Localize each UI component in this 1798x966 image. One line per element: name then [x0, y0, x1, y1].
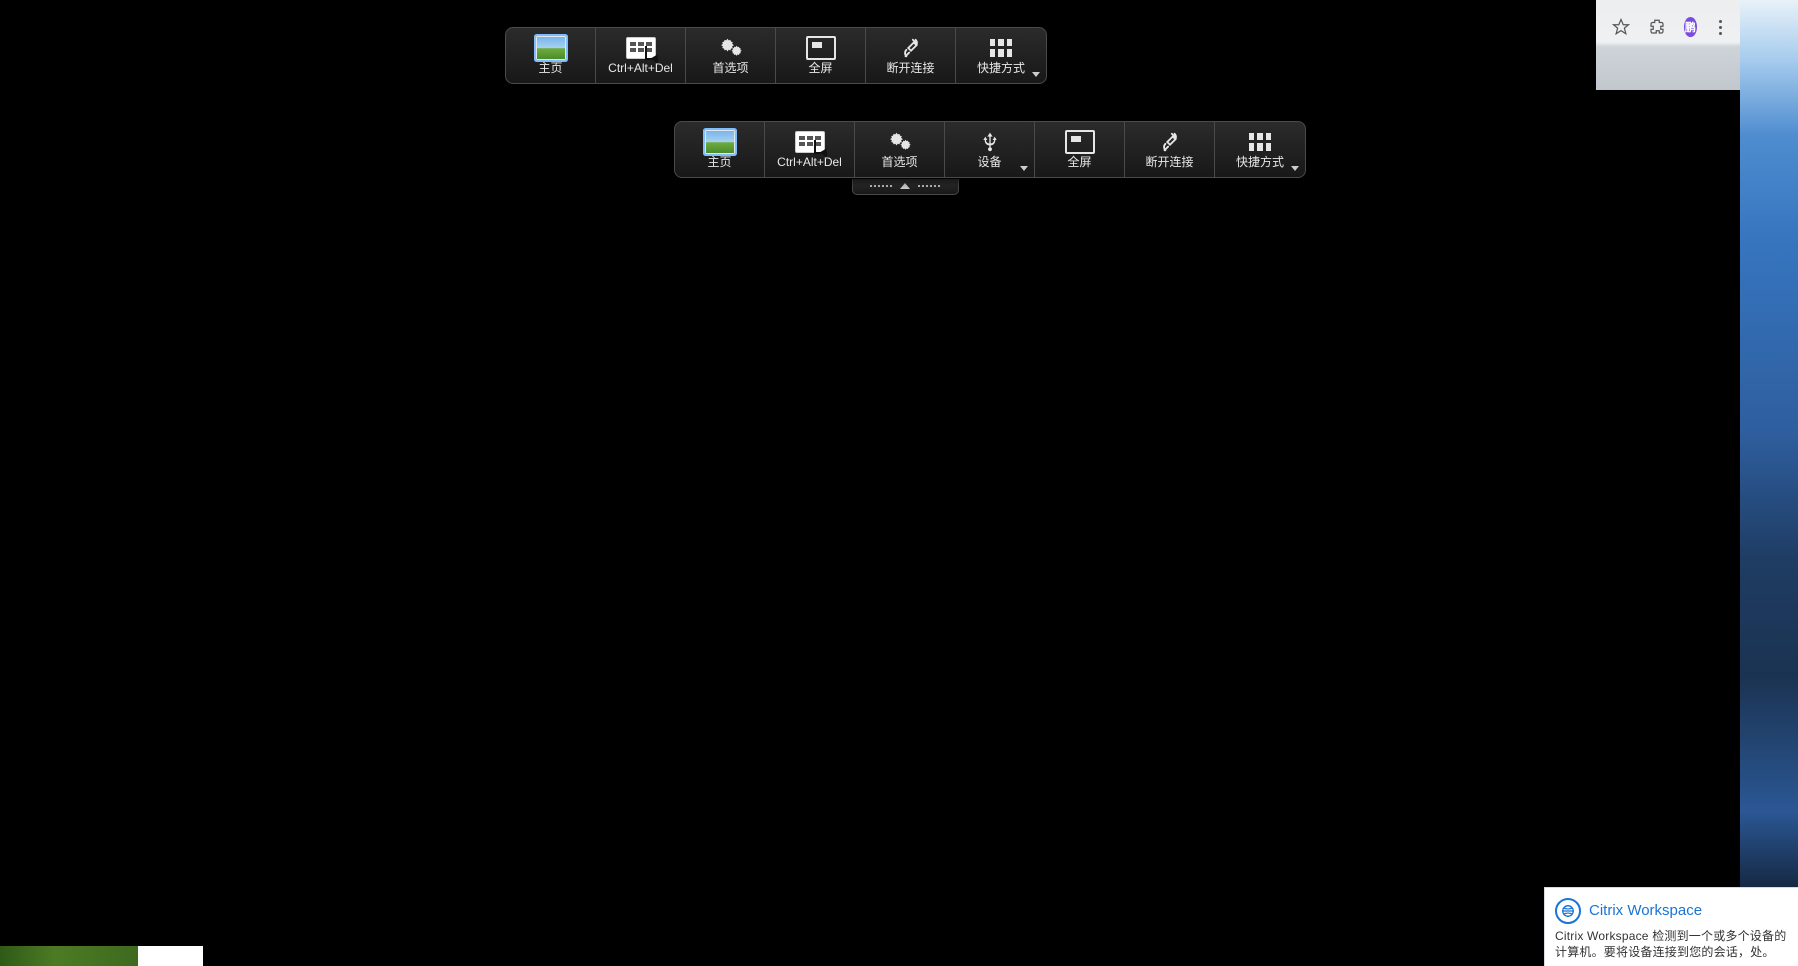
toolbar-label: Ctrl+Alt+Del	[608, 62, 673, 74]
toolbar-label: 首选项	[881, 156, 917, 168]
disconnect-icon	[1155, 132, 1185, 152]
toolbar-preferences-button[interactable]: 首选项	[855, 122, 945, 177]
chevron-down-icon	[1032, 72, 1040, 77]
gear-icon	[885, 132, 915, 152]
toast-title: Citrix Workspace	[1589, 902, 1702, 919]
bookmark-star-icon[interactable]	[1612, 18, 1630, 36]
toolbar-preferences-button[interactable]: 首选项	[686, 28, 776, 83]
toolbar-ctrl-alt-del-button[interactable]: Ctrl+Alt+Del	[765, 122, 855, 177]
toolbar-disconnect-button[interactable]: 断开连接	[1125, 122, 1215, 177]
toolbar-label: 断开连接	[1145, 156, 1193, 168]
fullscreen-icon	[1065, 132, 1095, 152]
shortcuts-icon	[986, 38, 1016, 58]
toolbar-label: 首选项	[712, 62, 748, 74]
shortcuts-icon	[1245, 132, 1275, 152]
citrix-logo-icon	[1555, 898, 1581, 924]
toolbar-fullscreen-button[interactable]: 全屏	[776, 28, 866, 83]
toolbar-disconnect-button[interactable]: 断开连接	[866, 28, 956, 83]
toolbar-label: 设备	[977, 156, 1001, 168]
toolbar-fullscreen-button[interactable]: 全屏	[1035, 122, 1125, 177]
home-icon	[705, 130, 735, 154]
citrix-toolbar-inner-wrap: 主页 Ctrl+Alt+Del 首选项 设备 全屏	[674, 121, 1306, 195]
home-icon	[536, 36, 566, 60]
disconnect-icon	[896, 38, 926, 58]
ctrl-alt-del-icon	[626, 38, 656, 58]
toolbar-label: 全屏	[1067, 156, 1091, 168]
usb-icon	[975, 132, 1005, 152]
grip-dots-icon	[918, 185, 940, 187]
host-window-sliver	[138, 946, 203, 966]
chevron-down-icon	[1020, 166, 1028, 171]
host-taskbar-sliver	[0, 946, 138, 966]
toolbar-ctrl-alt-del-button[interactable]: Ctrl+Alt+Del	[596, 28, 686, 83]
citrix-toolbar-inner: 主页 Ctrl+Alt+Del 首选项 设备 全屏	[674, 121, 1306, 178]
fullscreen-icon	[806, 38, 836, 58]
ctrl-alt-del-icon	[795, 132, 825, 152]
toolbar-label: 全屏	[808, 62, 832, 74]
toolbar-label: 快捷方式	[1236, 156, 1284, 168]
toolbar-label: 快捷方式	[977, 62, 1025, 74]
toolbar-home-button[interactable]: 主页	[506, 28, 596, 83]
toolbar-devices-button[interactable]: 设备	[945, 122, 1035, 177]
toolbar-label: 断开连接	[886, 62, 934, 74]
toolbar-home-button[interactable]: 主页	[675, 122, 765, 177]
toast-body: Citrix Workspace 检测到一个或多个设备的计算机。要将设备连接到您…	[1555, 928, 1788, 960]
toolbar-label: 主页	[538, 62, 562, 74]
browser-menu-button[interactable]	[1715, 18, 1726, 36]
chevron-up-icon	[900, 183, 910, 189]
browser-controls-corner: 鹏	[1596, 0, 1740, 90]
toolbar-pull-tab[interactable]	[852, 178, 959, 195]
chevron-down-icon	[1291, 166, 1299, 171]
toolbar-shortcuts-button[interactable]: 快捷方式	[956, 28, 1046, 83]
gear-icon	[716, 38, 746, 58]
toolbar-shortcuts-button[interactable]: 快捷方式	[1215, 122, 1305, 177]
host-desktop-sliver	[1740, 0, 1798, 966]
citrix-toolbar-outer: 主页 Ctrl+Alt+Del 首选项 全屏 断开连接 快捷方式	[505, 27, 1047, 84]
avatar-initial: 鹏	[1685, 19, 1696, 35]
extensions-icon[interactable]	[1648, 18, 1666, 36]
profile-avatar[interactable]: 鹏	[1684, 17, 1697, 37]
grip-dots-icon	[870, 185, 892, 187]
toolbar-label: Ctrl+Alt+Del	[777, 156, 842, 168]
toolbar-label: 主页	[707, 156, 731, 168]
citrix-workspace-toast[interactable]: Citrix Workspace Citrix Workspace 检测到一个或…	[1544, 887, 1798, 966]
